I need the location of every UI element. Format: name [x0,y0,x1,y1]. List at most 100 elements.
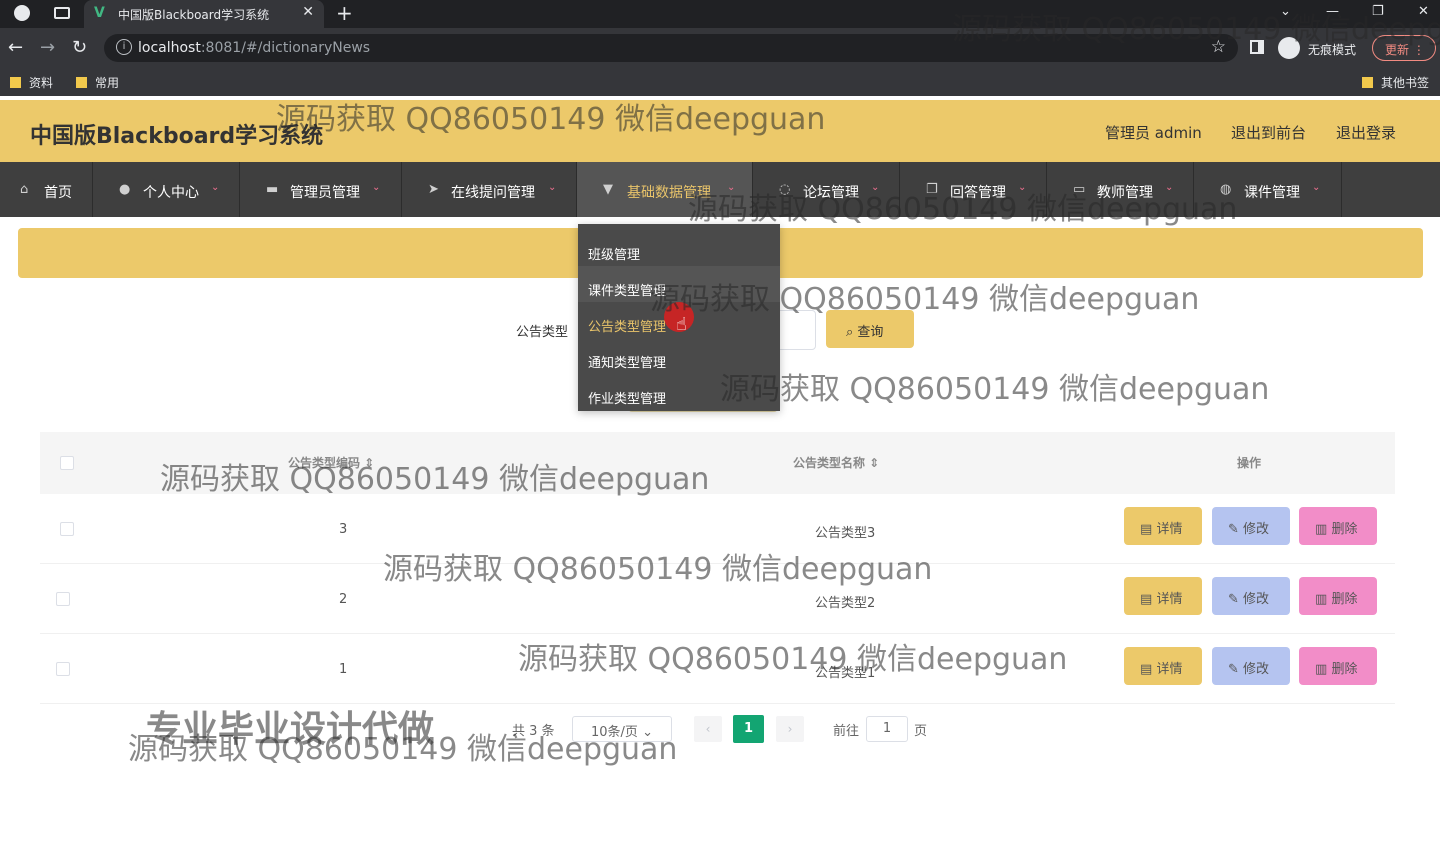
vue-icon: V [94,5,105,21]
pencil-icon: ✎ [1228,522,1239,537]
chevron-down-icon: ⌄ [727,182,736,193]
chat-icon: ◌ [779,182,791,197]
cell-code: 2 [339,592,348,607]
pagination-total: 共 3 条 [512,724,555,739]
dropdown-item-homework-type[interactable]: 作业类型管理 [578,374,780,410]
monitor-icon: ▭ [1073,182,1086,197]
reload-icon[interactable]: ↻ [72,37,87,58]
goto-page-input[interactable]: 1 [866,716,908,742]
bookmark-ziliao[interactable]: 资料 [10,74,53,91]
table-row: 1 公告类型1 ▤ 详情 ✎ 修改 ▥ 删除 [40,634,1395,704]
window-icon[interactable] [54,7,70,19]
sidepanel-icon[interactable] [1250,40,1264,54]
forward-icon[interactable]: → [40,37,55,58]
goto-label: 前往 [833,724,860,739]
user-icon: ● [119,182,131,197]
detail-button[interactable]: ▤ 详情 [1124,647,1202,685]
table-row: 2 公告类型2 ▤ 详情 ✎ 修改 ▥ 删除 [40,564,1395,634]
data-table: 公告类型编码 ⇕ 公告类型名称 ⇕ 操作 3 公告类型3 ▤ 详情 ✎ 修改 ▥… [40,432,1395,704]
to-front-link[interactable]: 退出到前台 [1231,122,1306,143]
edit-button[interactable]: ✎ 修改 [1212,647,1290,685]
chevron-down-icon: ⌄ [871,182,880,193]
hand-cursor-icon: ☝ [676,314,687,335]
browser-addressbar: ← → ↻ i localhost:8081/#/dictionaryNews … [0,28,1440,68]
site-header: 中国版Blackboard学习系统 管理员 admin 退出到前台 退出登录 [0,100,1440,162]
restore-icon[interactable]: ❐ [1372,4,1384,19]
current-page[interactable]: 1 [733,715,764,743]
query-button[interactable]: ⌕ 查询 [826,310,914,348]
folder-icon [76,77,87,88]
update-label: 更新 [1385,43,1410,57]
bookmark-changyong[interactable]: 常用 [76,74,119,91]
update-button[interactable]: 更新 ⋮ [1372,35,1436,61]
chevron-down-icon[interactable]: ⌄ [1280,4,1291,19]
column-header-actions: 操作 [1237,456,1262,470]
cell-name: 公告类型3 [815,526,876,541]
bookmark-other[interactable]: 其他书签 [1362,74,1429,91]
edit-button[interactable]: ✎ 修改 [1212,577,1290,615]
search-icon: ⌕ [846,325,854,340]
folder-icon [10,77,21,88]
cell-code: 3 [339,522,348,537]
row-checkbox[interactable] [56,662,70,676]
url-path: :8081/#/dictionaryNews [200,40,371,56]
nav-item-questions[interactable]: ➤ 在线提问管理 ⌄ [402,162,577,217]
minimize-icon[interactable]: — [1326,4,1339,19]
new-tab-icon[interactable]: + [336,1,353,25]
detail-button[interactable]: ▤ 详情 [1124,507,1202,545]
nav-item-forum[interactable]: ◌ 论坛管理 ⌄ [753,162,900,217]
close-window-icon[interactable]: ✕ [1418,4,1429,19]
nav-item-answers[interactable]: ❐ 回答管理 ⌄ [900,162,1047,217]
nav-item-basic-data[interactable]: ▼ 基础数据管理 ⌄ [577,162,753,217]
copy-icon: ❐ [926,182,938,197]
url-host: localhost [138,40,201,56]
nav-item-admin[interactable]: ▬ 管理员管理 ⌄ [240,162,402,217]
dropdown-item-notification-type[interactable]: 通知类型管理 [578,338,780,374]
column-header-code[interactable]: 公告类型编码 ⇕ [288,454,374,471]
folder-icon: ▬ [266,182,279,197]
folder-icon [1362,77,1373,88]
delete-button[interactable]: ▥ 删除 [1299,577,1377,615]
trash-icon: ▥ [1315,662,1328,677]
next-page-button[interactable]: › [776,716,804,742]
close-icon[interactable]: ✕ [302,4,314,20]
delete-button[interactable]: ▥ 删除 [1299,647,1377,685]
nav-item-home[interactable]: ⌂ 首页 [0,162,93,217]
main-nav: ⌂ 首页 ● 个人中心 ⌄ ▬ 管理员管理 ⌄ ➤ 在线提问管理 ⌄ ▼ 基础数… [0,162,1440,217]
table-row: 3 公告类型3 ▤ 详情 ✎ 修改 ▥ 删除 [40,494,1395,564]
prev-page-button[interactable]: ‹ [694,716,722,742]
back-icon[interactable]: ← [8,37,23,58]
nav-item-teachers[interactable]: ▭ 教师管理 ⌄ [1047,162,1194,217]
browser-tab[interactable]: V 中国版Blackboard学习系统 ✕ [84,0,324,28]
chevron-down-icon: ⌄ [372,182,381,193]
logout-link[interactable]: 退出登录 [1336,122,1396,143]
browser-logo-icon [14,5,30,21]
filter-icon: ▼ [603,182,613,197]
dropdown-item-class[interactable]: 班级管理 [578,230,780,266]
cell-name: 公告类型2 [815,596,876,611]
chevron-down-icon: ⌄ [1165,182,1174,193]
row-checkbox[interactable] [56,592,70,606]
detail-button[interactable]: ▤ 详情 [1124,577,1202,615]
info-icon[interactable]: i [116,39,132,55]
document-icon: ▤ [1140,592,1153,607]
page-unit: 页 [914,724,928,739]
chevron-down-icon: ⌄ [211,182,220,193]
tab-title: 中国版Blackboard学习系统 [118,8,270,22]
row-checkbox[interactable] [60,522,74,536]
select-all-checkbox[interactable] [60,456,74,470]
star-icon[interactable]: ☆ [1211,37,1226,57]
column-header-name[interactable]: 公告类型名称 ⇕ [793,454,879,471]
delete-button[interactable]: ▥ 删除 [1299,507,1377,545]
pencil-icon: ✎ [1228,592,1239,607]
document-icon: ▤ [1140,662,1153,677]
nav-item-courseware[interactable]: ◍ 课件管理 ⌄ [1194,162,1342,217]
incognito-icon [1278,37,1300,59]
nav-item-personal[interactable]: ● 个人中心 ⌄ [93,162,240,217]
url-field[interactable]: i localhost:8081/#/dictionaryNews ☆ [104,34,1238,62]
send-icon: ➤ [428,182,439,197]
page-size-select[interactable]: 10条/页 ⌄ [572,716,672,742]
edit-button[interactable]: ✎ 修改 [1212,507,1290,545]
cell-name: 公告类型1 [815,666,876,681]
dropdown-item-courseware-type[interactable]: 课件类型管理 [578,266,780,302]
